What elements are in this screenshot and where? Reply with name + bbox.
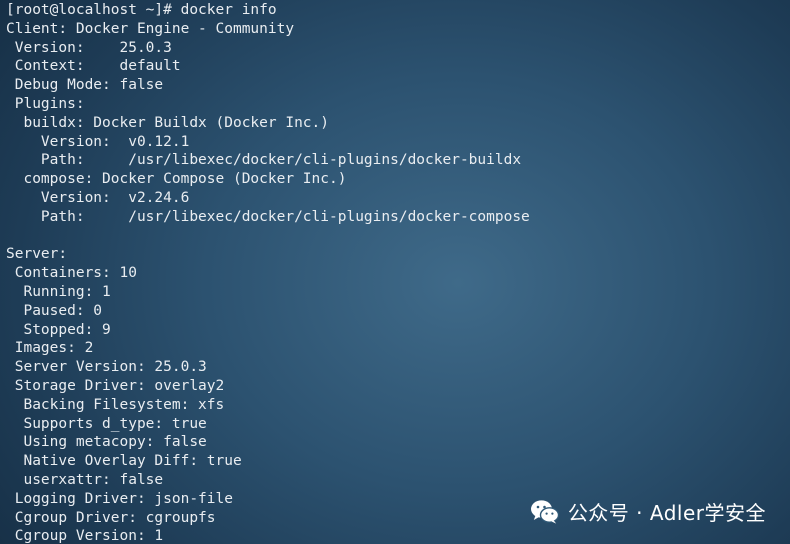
terminal-line: Plugins: (6, 95, 85, 112)
terminal-line: Server: (6, 246, 68, 263)
terminal-line: buildx: Docker Buildx (Docker Inc.) (6, 114, 330, 131)
terminal-line: Version: 25.0.3 (6, 39, 172, 56)
wechat-icon (530, 499, 560, 524)
terminal-line: Server Version: 25.0.3 (6, 359, 207, 376)
terminal-line: Native Overlay Diff: true (6, 453, 242, 470)
terminal-line: Images: 2 (6, 340, 94, 357)
terminal-line: Using metacopy: false (6, 434, 207, 451)
watermark: 公众号 · Adler学安全 (530, 497, 766, 526)
terminal-line: Storage Driver: overlay2 (6, 377, 225, 394)
terminal-line: Paused: 0 (6, 302, 103, 319)
terminal-line: Backing Filesystem: xfs (6, 396, 225, 413)
terminal-line: Running: 1 (6, 283, 111, 300)
terminal-line: Version: v2.24.6 (6, 189, 190, 206)
terminal-line: Context: default (6, 58, 181, 75)
terminal-line: Path: /usr/libexec/docker/cli-plugins/do… (6, 208, 530, 225)
watermark-text: 公众号 · Adler学安全 (567, 501, 766, 525)
terminal-line: Containers: 10 (6, 265, 137, 282)
terminal-line: Version: v0.12.1 (6, 133, 190, 150)
terminal-line: Stopped: 9 (6, 321, 111, 338)
terminal-line: Path: /usr/libexec/docker/cli-plugins/do… (6, 152, 522, 169)
terminal-output[interactable]: [root@localhost ~]# docker info Client: … (0, 0, 790, 544)
terminal-line: Cgroup Version: 1 (6, 528, 164, 544)
terminal-line: userxattr: false (6, 471, 164, 488)
terminal-line: [root@localhost ~]# docker info (6, 2, 277, 18)
terminal-line: compose: Docker Compose (Docker Inc.) (6, 171, 347, 188)
terminal-line: Debug Mode: false (6, 77, 164, 94)
terminal-line: Supports d_type: true (6, 415, 207, 432)
terminal-line: Client: Docker Engine - Community (6, 20, 295, 37)
